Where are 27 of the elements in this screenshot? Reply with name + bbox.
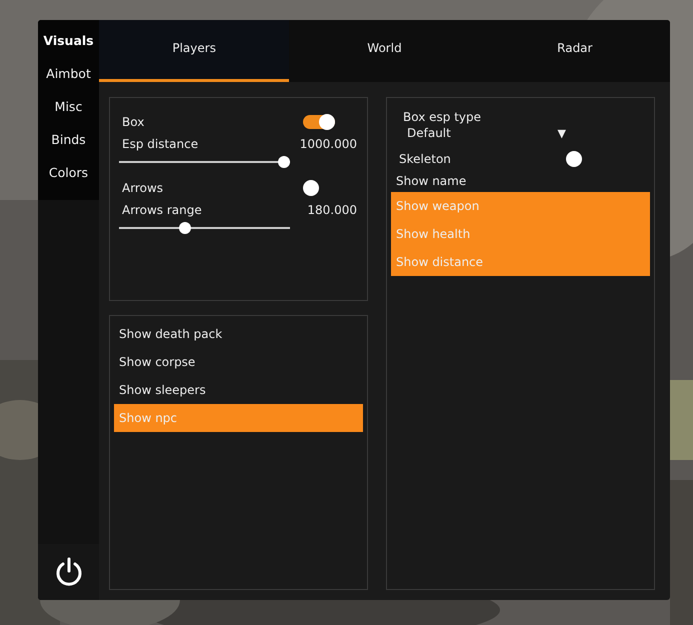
slider-label: Esp distance — [122, 137, 198, 151]
list-item[interactable]: Show corpse — [114, 348, 363, 376]
slider-label: Arrows range — [122, 203, 202, 217]
toggle-label: Box — [122, 115, 144, 129]
toggle-label: Arrows — [122, 181, 164, 195]
slider-thumb[interactable] — [179, 222, 192, 234]
power-icon — [54, 557, 82, 587]
toggle-switch[interactable] — [303, 115, 335, 129]
sidebar-item[interactable]: Binds — [38, 123, 99, 156]
dropdown[interactable]: Default ▼ — [403, 124, 638, 142]
sidebar-item[interactable]: Misc — [38, 90, 99, 123]
list-item[interactable]: Show death pack — [114, 320, 363, 348]
tab[interactable]: World — [289, 20, 480, 82]
slider-thumb[interactable] — [278, 156, 290, 168]
slider-value: 180.000 — [307, 203, 357, 217]
caret-icon: ▼ — [558, 126, 566, 140]
tab[interactable]: Radar — [480, 20, 670, 82]
toggle-label: Skeleton — [399, 152, 451, 166]
sidebar-item[interactable]: Aimbot — [38, 57, 99, 90]
dropdown-label: Box esp type — [403, 110, 482, 124]
list-item[interactable]: Show name — [391, 170, 650, 192]
sidebar-item[interactable]: Colors — [38, 156, 99, 189]
power-button[interactable] — [38, 544, 99, 600]
tab[interactable]: Players — [99, 20, 290, 82]
sidebar-item[interactable]: Visuals — [38, 24, 99, 57]
list-item[interactable]: Show sleepers — [114, 376, 363, 404]
slider-value: 1000.000 — [300, 137, 357, 151]
